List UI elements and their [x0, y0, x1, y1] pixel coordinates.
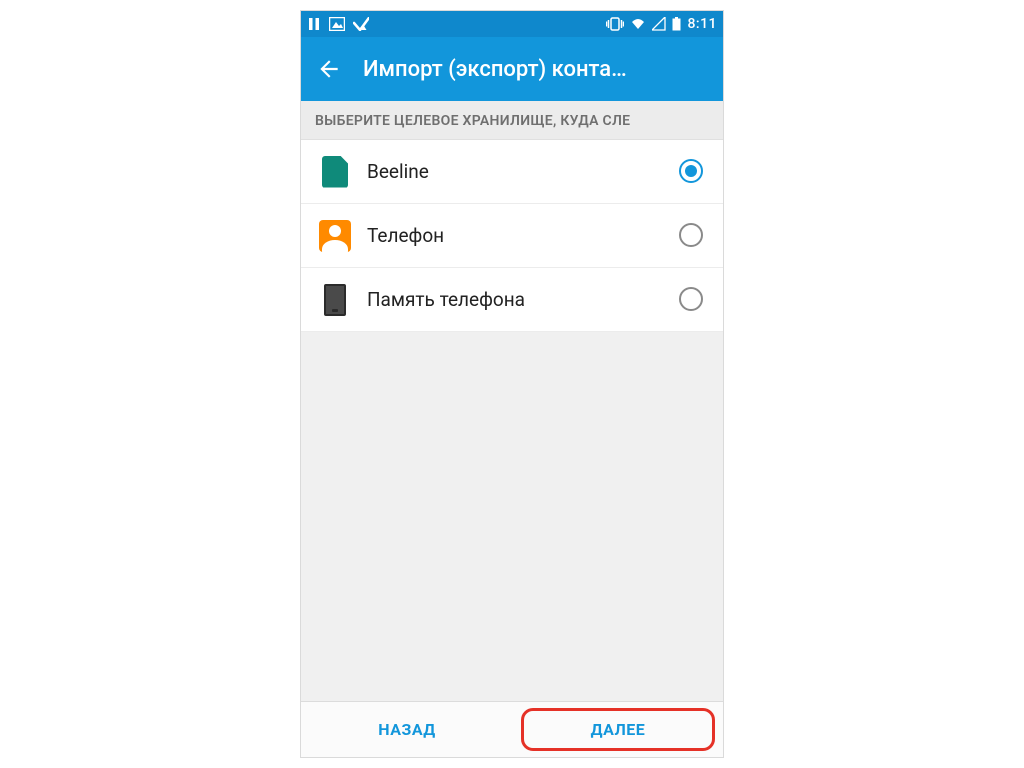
- radio-unselected-icon: [679, 287, 703, 311]
- status-bar: 8:11: [301, 11, 723, 37]
- app-bar: Импорт (экспорт) конта…: [301, 37, 723, 101]
- option-label: Память телефона: [367, 288, 525, 311]
- storage-options-list: Beeline Телефон Память телефона: [301, 140, 723, 332]
- back-button[interactable]: НАЗАД: [301, 702, 513, 757]
- status-clock: 8:11: [687, 16, 717, 32]
- option-label: Beeline: [367, 160, 429, 183]
- phone-screen: 8:11 Импорт (экспорт) конта… ВЫБЕРИТЕ ЦЕ…: [300, 10, 724, 758]
- storage-option-phone[interactable]: Телефон: [301, 204, 723, 268]
- vibrate-icon: [606, 17, 624, 31]
- radio-unselected-icon: [679, 223, 703, 247]
- screen-title: Импорт (экспорт) конта…: [363, 57, 627, 82]
- check-icon: [353, 17, 369, 31]
- phone-storage-icon: [324, 284, 346, 316]
- storage-option-beeline[interactable]: Beeline: [301, 140, 723, 204]
- section-subheader: ВЫБЕРИТЕ ЦЕЛЕВОЕ ХРАНИЛИЩЕ, КУДА СЛЕ: [301, 101, 723, 140]
- storage-option-phone-memory[interactable]: Память телефона: [301, 268, 723, 332]
- wifi-icon: [630, 17, 646, 31]
- bottom-action-bar: НАЗАД ДАЛЕЕ: [301, 701, 723, 757]
- back-arrow-icon[interactable]: [315, 55, 343, 83]
- option-label: Телефон: [367, 224, 444, 247]
- image-icon: [329, 17, 345, 31]
- pause-icon: [307, 17, 321, 31]
- signal-icon: [652, 17, 666, 31]
- sim-card-icon: [322, 156, 348, 188]
- radio-selected-icon: [679, 159, 703, 183]
- next-button[interactable]: ДАЛЕЕ: [521, 708, 715, 751]
- contact-icon: [319, 220, 351, 252]
- battery-icon: [672, 17, 681, 31]
